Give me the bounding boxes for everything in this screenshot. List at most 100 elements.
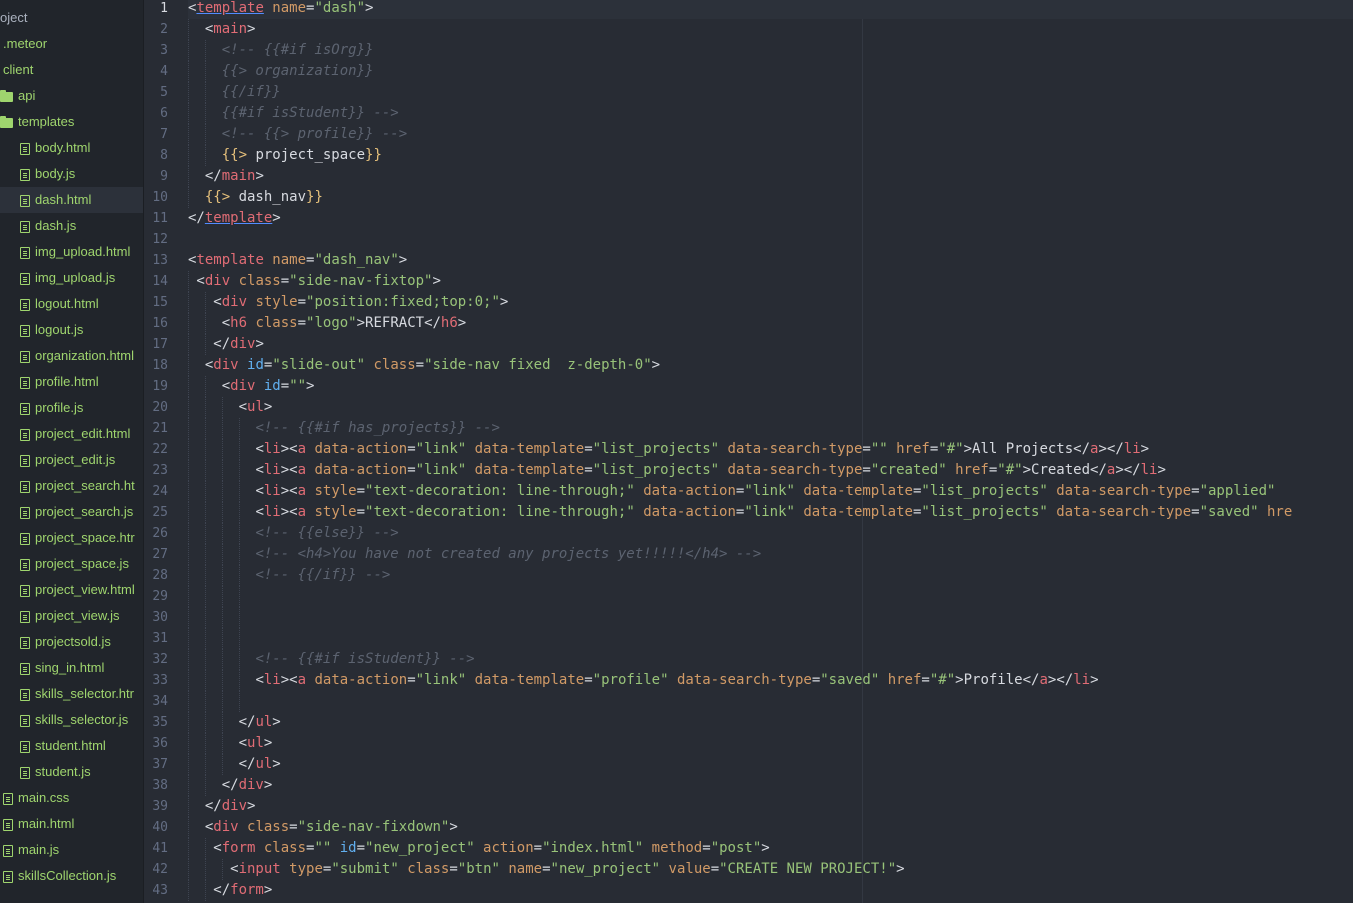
code-token: >	[263, 735, 273, 751]
file-tree-item[interactable]: project_space.js	[0, 551, 143, 577]
file-tree-item[interactable]: project_search.js	[0, 499, 143, 525]
file-tree-item[interactable]: main.js	[0, 837, 143, 863]
file-icon	[20, 350, 30, 363]
code-token: template	[196, 0, 264, 16]
line-number: 8	[160, 148, 168, 163]
file-tree-item[interactable]: projectsold.js	[0, 629, 143, 655]
code-token: li	[263, 462, 281, 478]
file-tree-item[interactable]: img_upload.html	[0, 239, 143, 265]
file-tree-item[interactable]: project_edit.html	[0, 421, 143, 447]
code-token: "saved"	[1199, 504, 1259, 520]
indent-guide	[204, 670, 206, 691]
file-icon	[20, 480, 30, 493]
file-tree-item[interactable]: main.html	[0, 811, 143, 837]
file-icon	[20, 714, 30, 727]
indent-guide	[188, 460, 189, 481]
line-number: 26	[152, 526, 168, 541]
file-icon	[20, 142, 30, 155]
file-tree-item[interactable]: logout.html	[0, 291, 143, 317]
indent-guide	[188, 754, 189, 775]
code-token: =	[862, 441, 871, 457]
code-token: li	[1123, 441, 1141, 457]
file-tree-item[interactable]: project_view.html	[0, 577, 143, 603]
indent-guide	[204, 712, 206, 733]
code-token: <	[238, 735, 248, 751]
code-token: All Projects	[972, 441, 1074, 457]
indent-guide	[204, 61, 206, 82]
file-tree-label: profile.js	[35, 400, 84, 415]
file-tree-item[interactable]: project_edit.js	[0, 447, 143, 473]
file-tree-label: project_edit.html	[35, 426, 131, 441]
file-tree-item[interactable]: sing_in.html	[0, 655, 143, 681]
file-tree-item[interactable]: main.css	[0, 785, 143, 811]
file-tree-item[interactable]: student.html	[0, 733, 143, 759]
file-tree-item[interactable]: skillsCollection.js	[0, 863, 143, 889]
file-tree-label: project_view.html	[35, 582, 135, 597]
code-token: action	[474, 840, 534, 856]
file-tree-item[interactable]: organization.html	[0, 343, 143, 369]
file-tree-item[interactable]: student.js	[0, 759, 143, 785]
file-tree-item[interactable]: body.html	[0, 135, 143, 161]
file-tree-item[interactable]: client	[0, 57, 143, 83]
file-tree-item[interactable]: project_search.ht	[0, 473, 143, 499]
code-content: <input type="submit" class="btn" name="n…	[230, 859, 904, 880]
file-tree-item[interactable]: dash.html	[0, 187, 143, 213]
indent-guide	[204, 880, 206, 901]
file-tree-item[interactable]: oject	[0, 5, 143, 31]
code-token: =	[297, 294, 307, 310]
file-icon	[20, 402, 30, 415]
file-tree-item[interactable]: .meteor	[0, 31, 143, 57]
code-token: li	[1073, 672, 1091, 688]
code-token: >	[457, 315, 467, 331]
indent-guide	[188, 313, 189, 334]
indent-guide	[188, 838, 189, 859]
code-content: <form class="" id="new_project" action="…	[213, 838, 769, 859]
indent-guide	[221, 859, 223, 880]
file-tree-item[interactable]: templates	[0, 109, 143, 135]
code-content: {{#if isStudent}} -->	[222, 103, 399, 124]
code-content: <!-- {{#if isOrg}}	[222, 40, 374, 61]
code-token: Created	[1031, 462, 1091, 478]
code-token: data-action	[634, 483, 736, 499]
code-token: {{> organization}}	[221, 63, 374, 79]
code-token: >	[255, 336, 264, 352]
code-token: >	[272, 210, 281, 226]
indent-guide	[188, 628, 189, 649]
code-token: "link"	[415, 441, 467, 457]
code-content: <ul>	[239, 397, 273, 418]
code-token: "link"	[744, 483, 795, 499]
code-token: <	[196, 273, 205, 289]
indent-guide	[221, 460, 223, 481]
line-number: 40	[152, 820, 168, 835]
file-tree-item[interactable]: logout.js	[0, 317, 143, 343]
line-number: 37	[152, 757, 168, 772]
indent-guide	[204, 40, 206, 61]
code-editor[interactable]: <template name="dash"> <main> <!-- {{#if i…	[188, 0, 1353, 903]
file-tree-label: sing_in.html	[35, 660, 105, 675]
file-tree-item[interactable]: project_view.js	[0, 603, 143, 629]
code-token: </	[1090, 462, 1107, 478]
file-tree-item[interactable]: body.js	[0, 161, 143, 187]
indent-guide	[204, 313, 206, 334]
file-tree-label: body.js	[35, 166, 76, 181]
line-number-gutter: 1 2 3 4 5 6 7 8 9 10 11 12 13 14 15 16 17 18 19 20 21 22 23 24 2…	[144, 0, 188, 903]
file-tree-item[interactable]: api	[0, 83, 143, 109]
line-number: 19	[152, 379, 168, 394]
file-tree-item[interactable]: profile.js	[0, 395, 143, 421]
indent-guide	[188, 103, 189, 124]
code-token: }}	[306, 189, 323, 205]
code-token: data-action	[634, 504, 736, 520]
file-tree-item[interactable]: skills_selector.htr	[0, 681, 143, 707]
code-token: class	[365, 357, 416, 373]
file-tree-item[interactable]: dash.js	[0, 213, 143, 239]
line-number: 3	[160, 43, 168, 58]
file-tree-item[interactable]: project_space.htr	[0, 525, 143, 551]
file-tree-item[interactable]: img_upload.js	[0, 265, 143, 291]
code-token: li	[263, 672, 281, 688]
file-tree-item[interactable]: profile.html	[0, 369, 143, 395]
code-content: <!-- {{/if}} -->	[255, 565, 390, 586]
code-token: ul	[255, 714, 273, 730]
code-line[interactable]: <template name="dash">	[188, 0, 1353, 19]
file-tree-item[interactable]: skills_selector.js	[0, 707, 143, 733]
indent-guide	[221, 712, 223, 733]
